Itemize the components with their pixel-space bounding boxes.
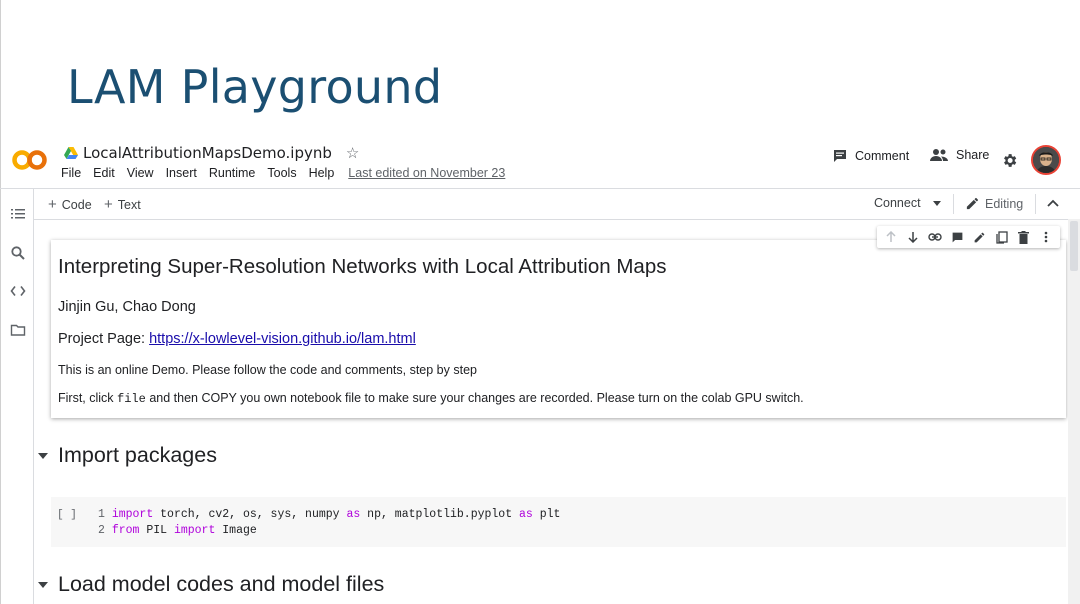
notebook-title-row: LocalAttributionMapsDemo.ipynb ☆ [64,142,359,164]
menu-insert[interactable]: Insert [166,166,197,180]
collapse-header-icon[interactable] [1047,199,1059,207]
line-number: 2 [98,524,105,537]
menu-tools[interactable]: Tools [267,166,296,180]
gear-icon[interactable] [1001,152,1018,169]
keyword: from [111,524,140,537]
scrollbar-thumb[interactable] [1070,221,1078,271]
connect-button[interactable]: Connect [874,196,941,210]
chevron-down-icon [932,200,941,206]
scrollbar-track[interactable] [1068,219,1080,604]
toolbar-divider [34,219,1080,220]
caret-down-icon[interactable] [38,581,48,588]
user-photo-icon [1033,147,1059,173]
code-text: np, matplotlib.pyplot [360,508,520,521]
code-line-1[interactable]: 1 import torch, cv2, os, sys, numpy as n… [98,508,560,521]
project-page-link[interactable]: https://x-lowlevel-vision.github.io/lam.… [149,331,416,347]
menu-file[interactable]: File [61,166,81,180]
search-icon[interactable] [10,245,26,261]
code-text: Image [215,524,257,537]
pencil-icon [966,197,979,210]
project-page-line: Project Page: https://x-lowlevel-vision.… [58,331,416,347]
editing-label: Editing [985,196,1024,211]
keyword: as [346,508,361,521]
people-icon [930,149,948,161]
instructions-text: First, click file and then COPY you own … [58,391,804,406]
section-load-model[interactable]: Load model codes and model files [38,572,384,597]
caret-down-icon[interactable] [38,452,48,459]
drive-icon [64,147,78,159]
add-text-label: Text [117,197,141,212]
table-of-contents-icon[interactable] [10,206,26,222]
move-down-icon[interactable] [906,230,920,244]
colab-logo-icon[interactable] [12,147,48,173]
code-snippets-icon[interactable] [10,283,26,299]
project-page-prefix: Project Page: [58,331,150,347]
comment-button[interactable]: Comment [832,148,909,164]
menu-runtime[interactable]: Runtime [209,166,256,180]
line-number: 1 [98,508,105,521]
menu-bar: File Edit View Insert Runtime Tools Help… [61,166,517,180]
toolbar-separator [953,194,954,214]
plus-icon: + [104,196,113,213]
section-title: Load model codes and model files [58,572,385,596]
mirror-cell-icon[interactable] [995,230,1009,244]
more-vert-icon[interactable] [1039,230,1053,244]
intro-text: This is an online Demo. Please follow th… [58,363,477,377]
folder-icon[interactable] [10,322,26,338]
add-code-button[interactable]: + Code [48,196,92,213]
run-cell-indicator[interactable]: [ ] [57,509,77,521]
cell-heading: Interpreting Super-Resolution Networks w… [58,255,667,278]
notebook-name[interactable]: LocalAttributionMapsDemo.ipynb [83,144,332,162]
share-button[interactable]: Share [930,148,989,162]
code-cell[interactable] [51,497,1066,547]
slide-border [0,0,1,604]
add-code-label: Code [61,197,92,212]
delete-icon[interactable] [1017,230,1031,244]
cell-toolbar [877,226,1060,248]
section-import-packages[interactable]: Import packages [38,443,217,468]
header-divider [0,188,1080,189]
share-label: Share [956,148,990,162]
instructions-prefix: First, click [58,391,118,405]
section-title: Import packages [58,443,217,467]
menu-view[interactable]: View [127,166,154,180]
connect-label: Connect [874,196,921,210]
code-line-2[interactable]: 2 from PIL import Image [98,524,257,537]
instructions-suffix: and then COPY you own notebook file to m… [145,391,804,405]
star-icon[interactable]: ☆ [346,144,359,162]
menu-edit[interactable]: Edit [93,166,115,180]
keyword: import [173,524,216,537]
add-text-button[interactable]: + Text [104,196,141,213]
avatar[interactable] [1031,145,1061,175]
editing-mode-button[interactable]: Editing [965,196,1023,211]
sidebar-divider [33,189,34,604]
code-text: torch, cv2, os, sys, numpy [153,508,347,521]
comment-icon[interactable] [950,230,964,244]
code-text: plt [532,508,561,521]
slide-title: LAM Playground [67,60,443,114]
keyword: import [111,508,154,521]
toolbar-separator [1035,194,1036,214]
plus-icon: + [48,196,57,213]
edit-icon[interactable] [973,230,987,244]
inline-code: file [117,392,146,406]
keyword: as [519,508,533,521]
link-icon[interactable] [928,230,943,244]
code-text: PIL [139,524,174,537]
move-up-icon[interactable] [884,230,898,244]
menu-help[interactable]: Help [309,166,335,180]
comment-label: Comment [855,149,910,163]
authors-text: Jinjin Gu, Chao Dong [58,299,196,315]
comment-icon [834,150,846,162]
last-edited-link[interactable]: Last edited on November 23 [348,166,505,180]
